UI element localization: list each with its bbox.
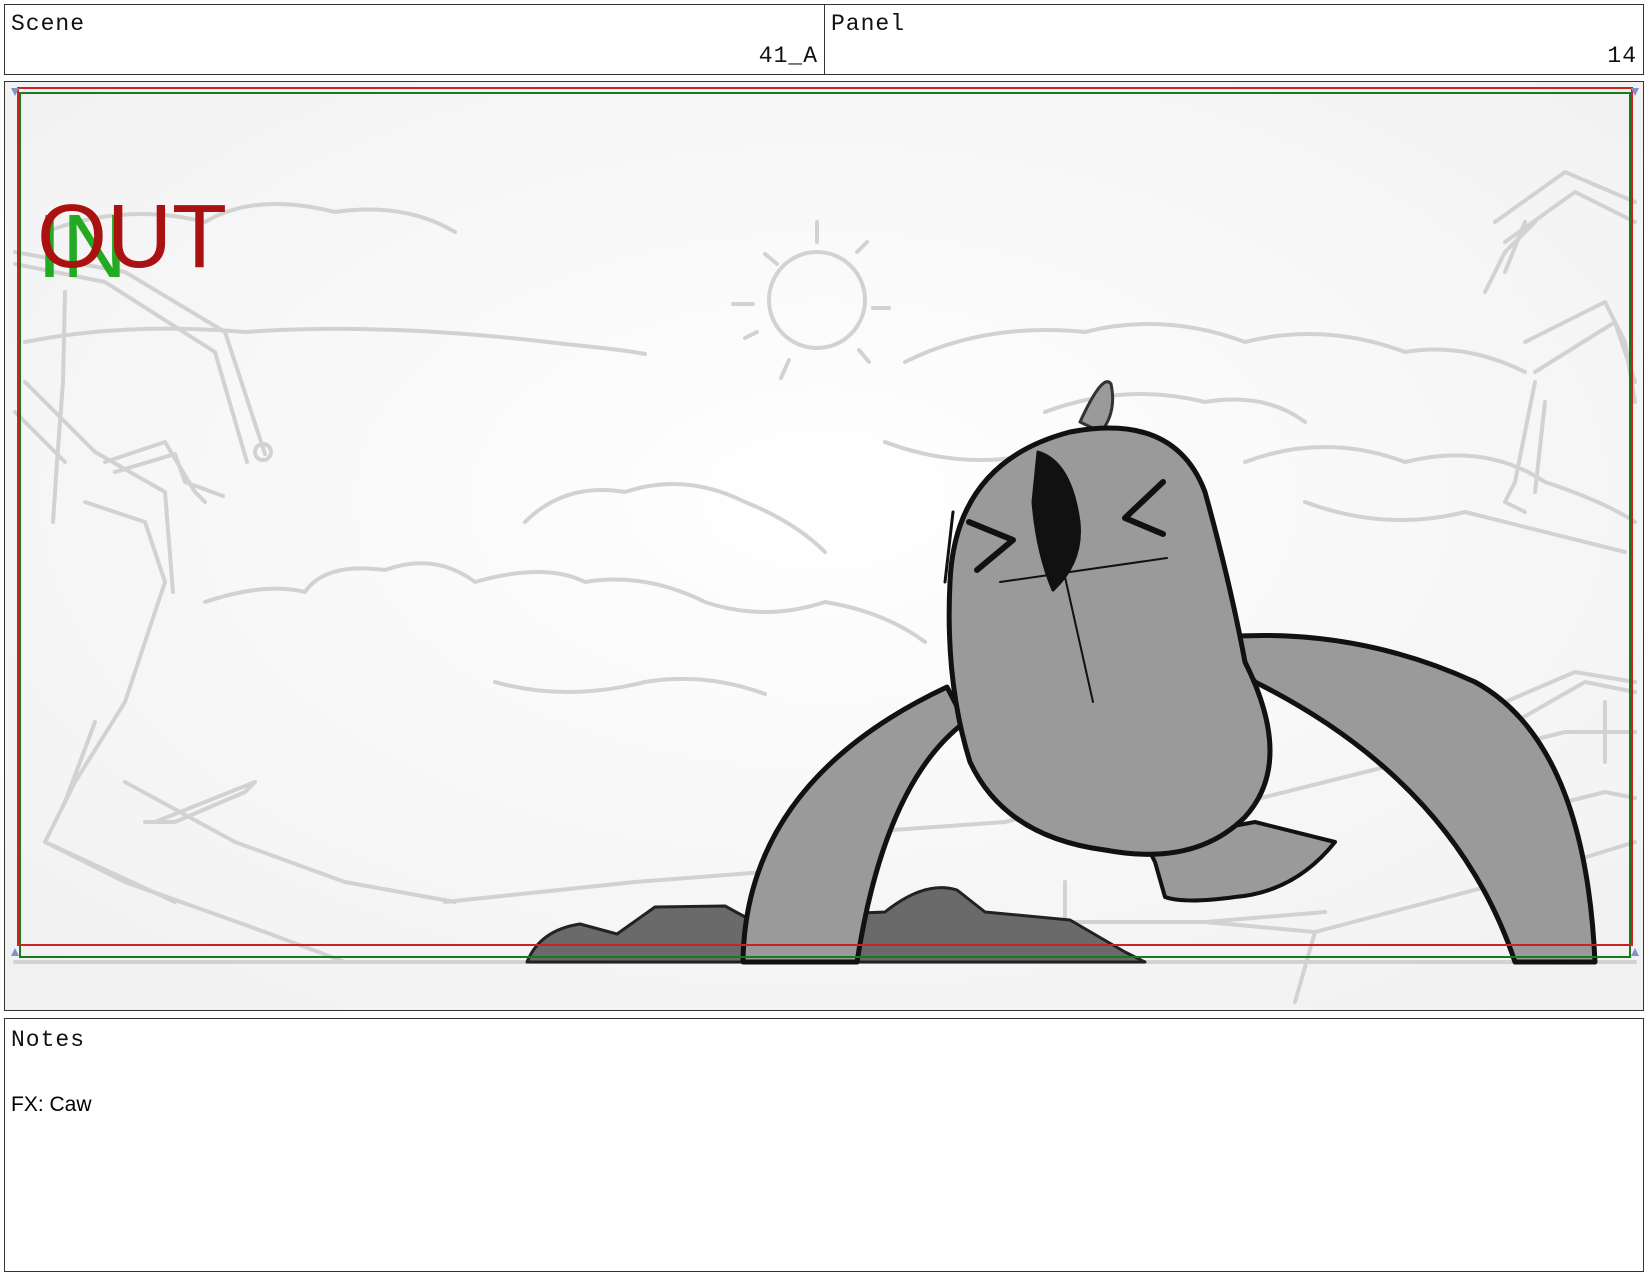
panel-label: Panel [831,11,906,37]
scene-label: Scene [11,11,86,37]
scene-cell: Scene 41_A [4,4,825,75]
panel-cell: Panel 14 [824,4,1644,75]
out-marker: OUT [37,187,227,287]
panel-number: 14 [1607,43,1637,69]
storyboard-frame: IN OUT [4,81,1644,1011]
notes-text: FX: Caw [11,1093,92,1116]
storyboard-drawing [5,82,1643,1010]
notes-label: Notes [11,1027,86,1053]
scene-number: 41_A [758,43,818,69]
notes-panel: Notes FX: Caw [4,1018,1644,1272]
